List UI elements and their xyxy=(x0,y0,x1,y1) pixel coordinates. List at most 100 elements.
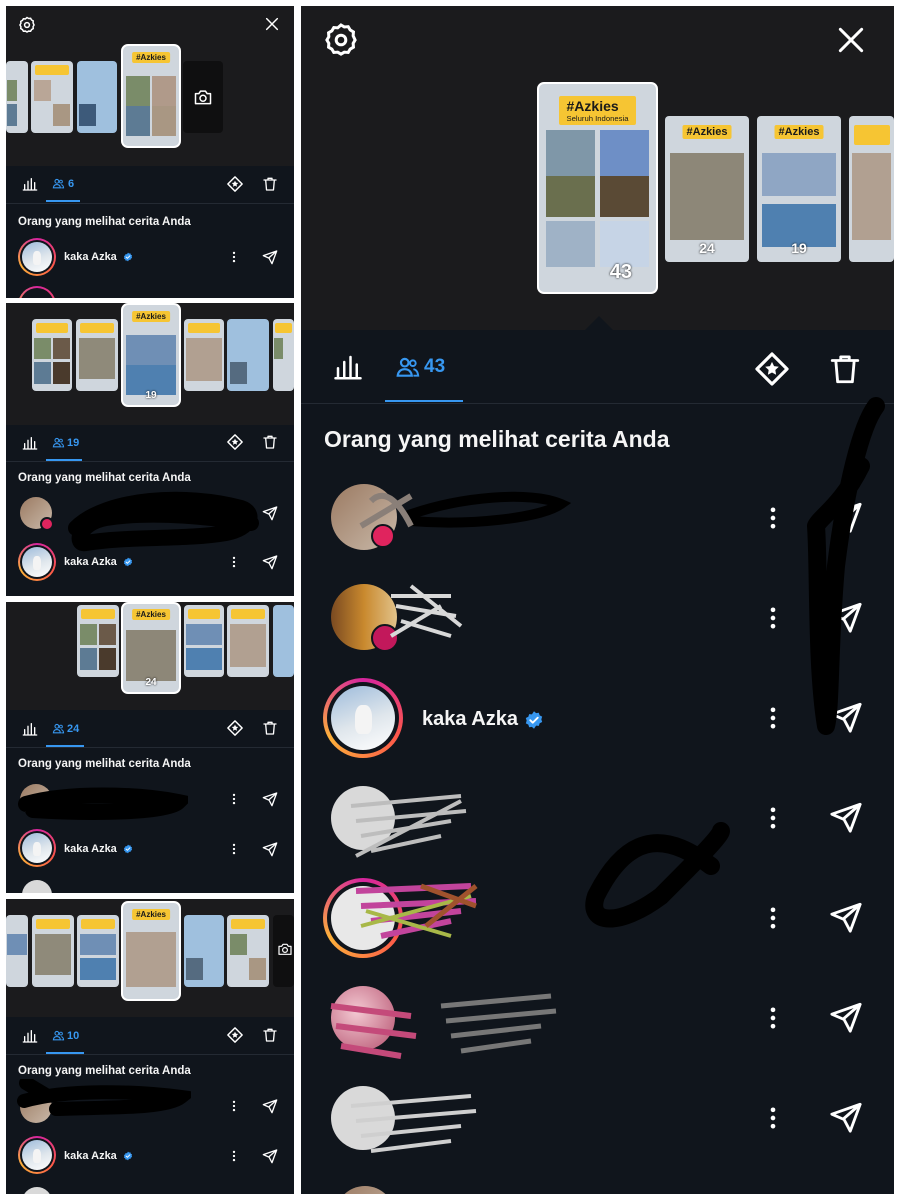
send-icon[interactable] xyxy=(262,505,278,521)
story-thumbnail[interactable] xyxy=(227,319,269,391)
story-thumbnail[interactable] xyxy=(32,319,72,391)
more-icon[interactable] xyxy=(759,1004,787,1032)
more-icon[interactable] xyxy=(759,504,787,532)
highlight-icon[interactable] xyxy=(226,175,244,193)
story-thumbnail[interactable] xyxy=(273,319,294,391)
viewers-icon[interactable] xyxy=(52,177,65,190)
avatar[interactable] xyxy=(20,784,52,816)
delete-icon[interactable] xyxy=(262,175,278,193)
story-thumbnail[interactable]: #Azkies 24 xyxy=(665,116,749,262)
story-thumbnail[interactable] xyxy=(6,915,28,987)
story-thumbnail[interactable] xyxy=(6,61,28,133)
delete-icon[interactable] xyxy=(828,350,862,388)
more-icon[interactable] xyxy=(227,792,241,806)
viewers-icon[interactable] xyxy=(52,722,65,735)
more-icon[interactable] xyxy=(759,804,787,832)
story-thumbnail[interactable] xyxy=(77,605,119,677)
story-thumbnail-selected[interactable]: #Azkies 24 xyxy=(121,602,181,694)
avatar[interactable] xyxy=(18,543,56,581)
story-thumbnail[interactable] xyxy=(227,605,269,677)
send-icon[interactable] xyxy=(829,1000,863,1034)
story-thumbnail[interactable] xyxy=(184,605,224,677)
send-icon[interactable] xyxy=(262,554,278,570)
insights-icon[interactable] xyxy=(22,435,38,451)
highlight-icon[interactable] xyxy=(226,433,244,451)
viewers-icon[interactable] xyxy=(52,1029,65,1042)
send-icon[interactable] xyxy=(262,249,278,265)
send-icon[interactable] xyxy=(262,1148,278,1164)
close-icon[interactable] xyxy=(264,16,280,32)
more-icon[interactable] xyxy=(227,250,241,264)
close-icon[interactable] xyxy=(835,24,867,56)
insights-icon[interactable] xyxy=(333,352,363,382)
delete-icon[interactable] xyxy=(262,719,278,737)
viewers-icon[interactable] xyxy=(52,436,65,449)
avatar[interactable] xyxy=(323,678,403,758)
send-icon[interactable] xyxy=(829,800,863,834)
story-thumbnail-selected[interactable]: #Azkies 19 xyxy=(121,303,181,407)
viewer-name[interactable]: kaka Azka xyxy=(64,556,133,568)
settings-icon[interactable] xyxy=(18,16,36,34)
avatar[interactable] xyxy=(18,829,56,867)
story-thumbnail[interactable] xyxy=(32,915,74,987)
story-thumbnail-selected[interactable]: #Azkies xyxy=(121,901,181,1001)
viewers-icon[interactable] xyxy=(395,354,421,380)
story-thumbnail[interactable] xyxy=(227,915,269,987)
send-icon[interactable] xyxy=(829,600,863,634)
viewer-name[interactable]: kaka Azka xyxy=(422,708,544,731)
avatar[interactable] xyxy=(331,986,395,1050)
avatar[interactable] xyxy=(20,1091,52,1123)
more-icon[interactable] xyxy=(227,842,241,856)
avatar[interactable] xyxy=(18,238,56,276)
viewer-name[interactable]: kaka Azka xyxy=(64,251,133,263)
send-icon[interactable] xyxy=(829,1100,863,1134)
add-story-button[interactable] xyxy=(273,915,294,987)
settings-icon[interactable] xyxy=(323,22,359,58)
more-icon[interactable] xyxy=(227,555,241,569)
story-thumbnail-selected[interactable]: #Azkies Seluruh Indonesia 43 xyxy=(537,82,658,294)
avatar[interactable] xyxy=(18,1136,56,1174)
story-thumbnail[interactable] xyxy=(31,61,73,133)
highlight-icon[interactable] xyxy=(753,350,791,388)
send-icon[interactable] xyxy=(262,1098,278,1114)
story-thumbnail[interactable] xyxy=(849,116,894,262)
viewers-count[interactable]: 43 xyxy=(424,356,445,378)
avatar[interactable] xyxy=(331,1086,395,1150)
avatar[interactable] xyxy=(18,286,56,298)
more-icon[interactable] xyxy=(759,604,787,632)
avatar[interactable] xyxy=(331,786,395,850)
story-thumbnail[interactable] xyxy=(184,319,224,391)
delete-icon[interactable] xyxy=(262,433,278,451)
viewers-count[interactable]: 6 xyxy=(68,178,74,190)
send-icon[interactable] xyxy=(262,791,278,807)
more-icon[interactable] xyxy=(759,904,787,932)
avatar[interactable] xyxy=(22,1187,52,1194)
more-icon[interactable] xyxy=(227,1149,241,1163)
viewers-count[interactable]: 10 xyxy=(67,1030,79,1042)
add-story-button[interactable] xyxy=(183,61,223,133)
avatar[interactable] xyxy=(335,1186,395,1194)
story-thumbnail[interactable] xyxy=(76,319,118,391)
insights-icon[interactable] xyxy=(22,1028,38,1044)
viewer-name[interactable]: kaka Azka xyxy=(64,1150,133,1162)
highlight-icon[interactable] xyxy=(226,1026,244,1044)
story-thumbnail-selected[interactable]: #Azkies xyxy=(121,44,181,148)
story-thumbnail[interactable] xyxy=(184,915,224,987)
send-icon[interactable] xyxy=(262,841,278,857)
more-icon[interactable] xyxy=(759,704,787,732)
story-thumbnail[interactable] xyxy=(77,915,119,987)
insights-icon[interactable] xyxy=(22,721,38,737)
more-icon[interactable] xyxy=(227,1099,241,1113)
highlight-icon[interactable] xyxy=(226,719,244,737)
story-thumbnail[interactable] xyxy=(77,61,117,133)
send-icon[interactable] xyxy=(829,500,863,534)
send-icon[interactable] xyxy=(829,900,863,934)
delete-icon[interactable] xyxy=(262,1026,278,1044)
insights-icon[interactable] xyxy=(22,176,38,192)
avatar[interactable] xyxy=(323,878,403,958)
viewers-count[interactable]: 24 xyxy=(67,723,79,735)
send-icon[interactable] xyxy=(829,700,863,734)
viewers-count[interactable]: 19 xyxy=(67,437,79,449)
more-icon[interactable] xyxy=(759,1104,787,1132)
story-thumbnail[interactable] xyxy=(273,605,294,677)
